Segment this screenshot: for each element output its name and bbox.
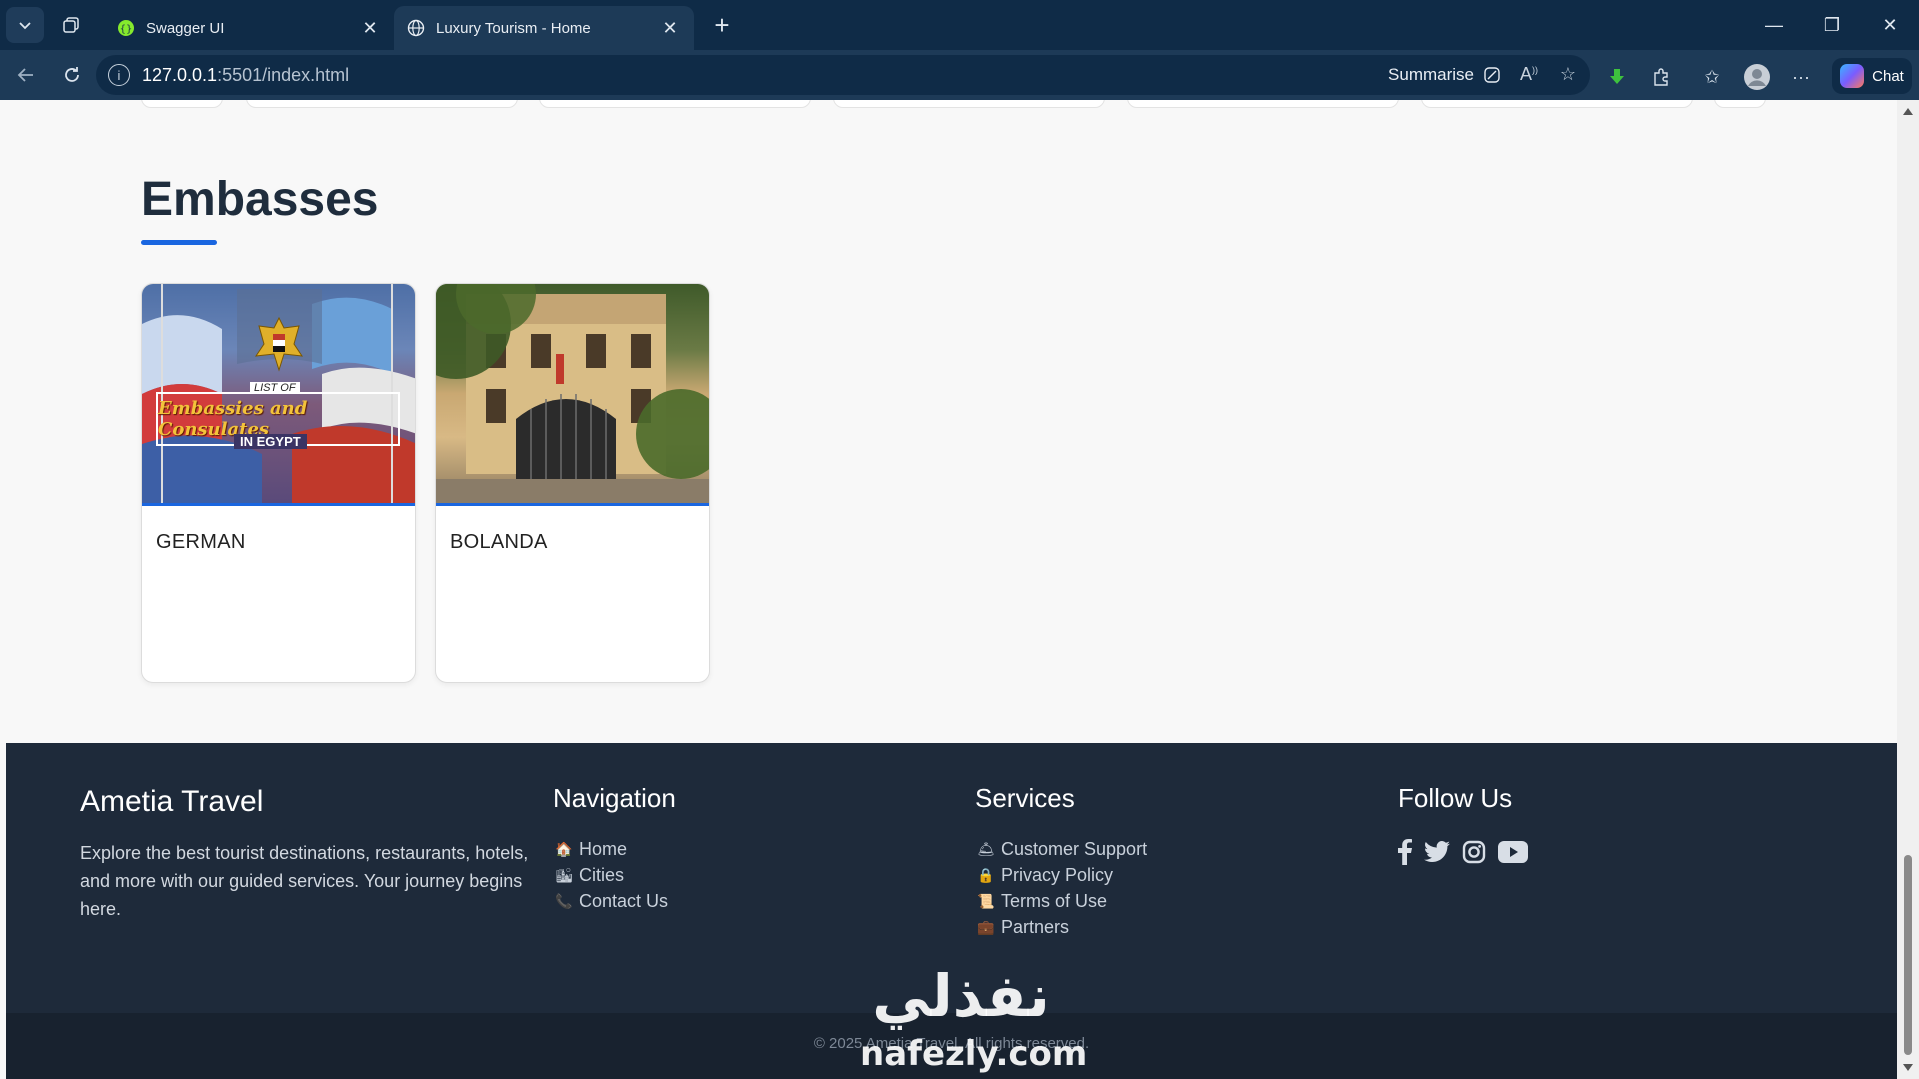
bell-icon: 🛎 — [977, 840, 995, 857]
url-text[interactable]: 127.0.0.1:5501/index.html — [142, 65, 349, 86]
close-window-icon[interactable]: ✕ — [1861, 0, 1919, 50]
footer-link-label: Privacy Policy — [1001, 864, 1114, 885]
site-info-icon[interactable]: i — [108, 64, 130, 86]
favorites-icon[interactable]: ✩ — [1695, 60, 1729, 94]
footer-link-contact[interactable]: 📞 Contact Us — [555, 888, 668, 914]
browser-toolbar: i 127.0.0.1:5501/index.html Summarise A)… — [0, 50, 1919, 100]
section-title: Embasses — [141, 173, 379, 226]
card-edge — [1421, 100, 1693, 108]
tab-luxury-tourism[interactable]: Luxury Tourism - Home ✕ — [394, 6, 694, 50]
twitter-icon[interactable] — [1424, 841, 1450, 863]
facebook-icon[interactable] — [1398, 839, 1412, 865]
download-extension-icon[interactable] — [1600, 60, 1634, 94]
window-controls: — ❐ ✕ — [1745, 0, 1919, 50]
card-edge — [539, 100, 811, 108]
globe-icon — [406, 18, 426, 38]
footer-brand: Ametia Travel — [80, 785, 264, 818]
footer-link-label: Customer Support — [1001, 838, 1148, 859]
footer-navigation-title: Navigation — [553, 783, 676, 813]
cityscape-icon: 🏙 — [555, 866, 573, 883]
youtube-icon[interactable] — [1498, 841, 1528, 863]
footer-link-home[interactable]: 🏠 Home — [555, 836, 668, 862]
social-links — [1398, 839, 1528, 865]
extensions-icon[interactable] — [1644, 60, 1678, 94]
watermark-arabic-text: نفذلي — [872, 962, 1050, 1030]
swagger-icon: {} — [116, 18, 136, 38]
embassy-card[interactable]: BOLANDA — [435, 283, 710, 683]
eagle-emblem-icon — [254, 316, 304, 372]
embassy-building-photo — [436, 284, 709, 503]
title-underline — [141, 240, 217, 245]
footer-link-terms[interactable]: 📜 Terms of Use — [977, 888, 1147, 914]
tab-title: Swagger UI — [146, 19, 225, 37]
summarise-button[interactable]: Summarise — [1388, 65, 1502, 85]
footer-follow-title: Follow Us — [1398, 783, 1513, 813]
card-edge — [1127, 100, 1399, 108]
footer-link-label: Cities — [579, 864, 625, 885]
card-edge — [246, 100, 518, 108]
address-bar[interactable]: i 127.0.0.1:5501/index.html Summarise A)… — [96, 55, 1590, 95]
profile-avatar[interactable] — [1740, 60, 1774, 94]
watermark-latin-text: nafezly.com — [860, 1034, 1088, 1074]
summarise-label: Summarise — [1388, 65, 1474, 84]
page-viewport: Embasses LIST OF Embassies and Consulate… — [6, 100, 1897, 1079]
footer-link-label: Terms of Use — [1001, 890, 1108, 911]
url-path: :5501/index.html — [217, 64, 350, 85]
scrollbar-thumb[interactable] — [1904, 855, 1912, 1055]
back-arrow-icon[interactable] — [6, 55, 46, 95]
scroll-icon: 📜 — [977, 892, 995, 909]
footer-link-cities[interactable]: 🏙 Cities — [555, 862, 668, 888]
lock-icon: 🔒 — [977, 866, 995, 883]
footer-services-list: 🛎 Customer Support 🔒 Privacy Policy 📜 Terms… — [977, 836, 1147, 940]
minimize-icon[interactable]: — — [1745, 0, 1803, 50]
chat-label: Chat — [1872, 67, 1904, 85]
read-aloud-icon[interactable]: A)) — [1520, 64, 1538, 85]
workspaces-icon[interactable] — [50, 7, 92, 43]
embassy-card-name: GERMAN — [156, 531, 246, 553]
svg-text:{}: {} — [120, 24, 133, 35]
copilot-icon — [1840, 64, 1865, 88]
close-tab-icon[interactable]: ✕ — [358, 18, 382, 39]
footer-link-privacy-policy[interactable]: 🔒 Privacy Policy — [977, 862, 1147, 888]
scroll-down-arrow-icon[interactable] — [1903, 1064, 1913, 1071]
briefcase-icon: 💼 — [977, 918, 995, 935]
footer-description: Explore the best tourist destinations, r… — [80, 843, 529, 919]
copilot-chat-button[interactable]: Chat — [1832, 58, 1912, 94]
browser-tab-bar: {} Swagger UI ✕ Luxury Tourism - Home ✕ … — [0, 0, 1919, 50]
embassy-card-image: LIST OF Embassies and Consulates IN EGYP… — [142, 284, 415, 506]
instagram-icon[interactable] — [1462, 840, 1486, 864]
house-icon: 🏠 — [555, 840, 573, 857]
embassy-card-image — [436, 284, 709, 506]
footer-link-label: Contact Us — [579, 890, 669, 911]
embassy-card-name: BOLANDA — [450, 531, 548, 553]
footer-link-label: Partners — [1001, 916, 1070, 937]
scroll-up-arrow-icon[interactable] — [1903, 108, 1913, 115]
nafezly-watermark: نفذلي nafezly.com — [848, 962, 1087, 1079]
reload-icon[interactable] — [52, 55, 92, 95]
footer-services-title: Services — [975, 783, 1075, 813]
previous-section-cards — [141, 100, 1766, 110]
new-tab-plus-icon[interactable]: + — [702, 5, 742, 45]
image-caption-in-egypt: IN EGYPT — [234, 434, 307, 449]
footer-navigation-list: 🏠 Home 🏙 Cities 📞 Contact Us — [555, 836, 668, 914]
footer-link-partners[interactable]: 💼 Partners — [977, 914, 1147, 940]
url-host: 127.0.0.1 — [142, 64, 218, 85]
phone-icon: 📞 — [555, 892, 573, 909]
summarise-icon — [1484, 67, 1500, 83]
footer-link-label: Home — [579, 838, 628, 859]
close-tab-icon[interactable]: ✕ — [658, 18, 682, 39]
restore-icon[interactable]: ❐ — [1803, 0, 1861, 50]
favorite-star-icon[interactable]: ☆ — [1560, 64, 1576, 85]
more-options-icon[interactable]: ··· — [1784, 60, 1818, 94]
card-edge — [1714, 100, 1766, 108]
tab-swagger-ui[interactable]: {} Swagger UI ✕ — [104, 6, 394, 50]
page-scrollbar[interactable] — [1897, 100, 1919, 1079]
embassy-card[interactable]: LIST OF Embassies and Consulates IN EGYP… — [141, 283, 416, 683]
card-edge — [833, 100, 1105, 108]
tab-title: Luxury Tourism - Home — [436, 19, 591, 37]
tab-actions-chevron-icon[interactable] — [6, 7, 44, 43]
card-edge — [141, 100, 223, 108]
footer-link-customer-support[interactable]: 🛎 Customer Support — [977, 836, 1147, 862]
